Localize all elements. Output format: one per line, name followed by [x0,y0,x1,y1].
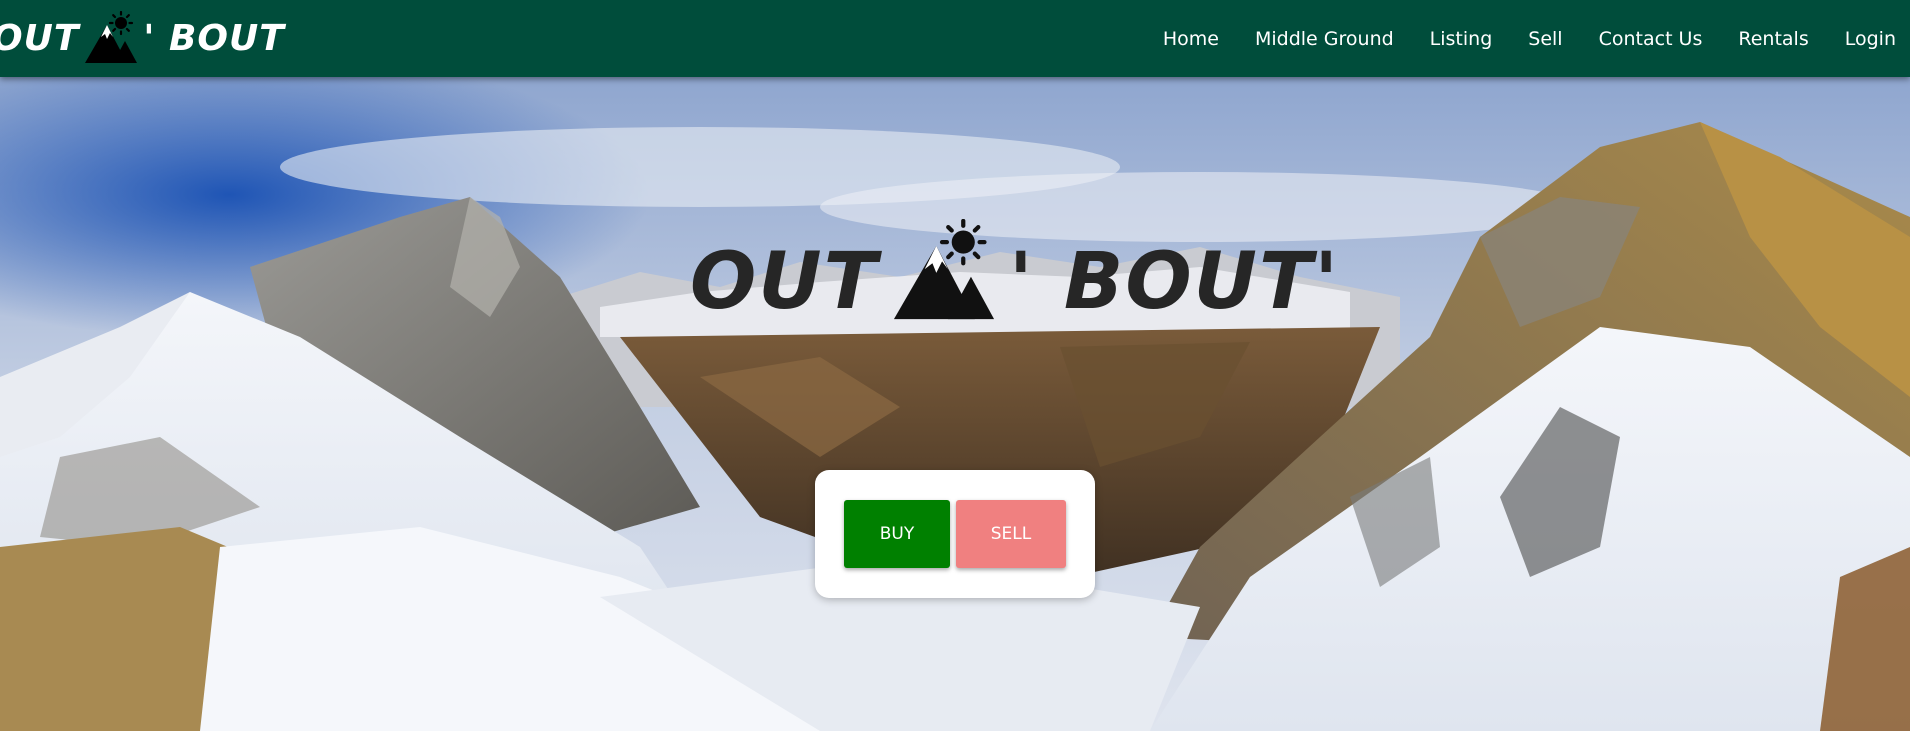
mountain-sun-icon [893,219,994,320]
nav-middle-ground[interactable]: Middle Ground [1255,28,1394,50]
sell-button[interactable]: SELL [956,500,1066,568]
mountain-sun-icon [85,11,138,63]
nav-contact-us[interactable]: Contact Us [1599,28,1703,50]
brand-logo[interactable]: Out ' Bout [0,8,285,68]
nav-home[interactable]: Home [1163,28,1219,50]
hero-background-image [0,77,1910,731]
hero-title-right: ' Bout' [1008,237,1341,327]
nav-listing[interactable]: Listing [1430,28,1493,50]
brand-text-left: Out [0,17,80,59]
top-navbar: Out ' Bout Home M [0,0,1910,77]
brand-text-right: ' Bout [143,17,285,59]
nav-login[interactable]: Login [1845,28,1896,50]
buy-sell-card: BUY SELL [815,470,1095,598]
hero-section: Out ' Bout' BUY S [0,77,1910,731]
hero-title: Out ' Bout' [690,217,1340,327]
nav-sell[interactable]: Sell [1528,28,1562,50]
main-nav: Home Middle Ground Listing Sell Contact … [1145,0,1910,77]
nav-rentals[interactable]: Rentals [1738,28,1808,50]
hero-title-left: Out [690,237,879,327]
buy-button[interactable]: BUY [844,500,950,568]
